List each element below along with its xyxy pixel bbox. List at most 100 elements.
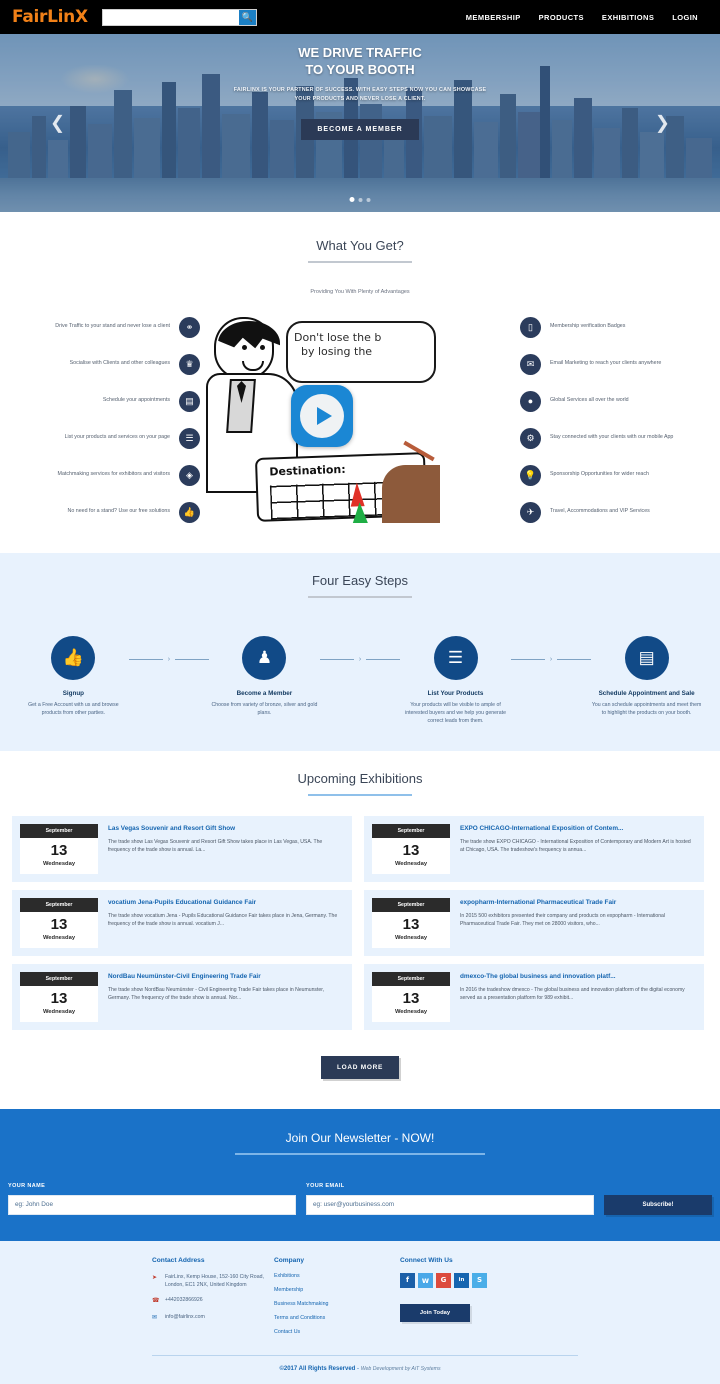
exhibition-card[interactable]: September 13 Wednesday expopharm-Interna… (364, 890, 704, 957)
footer-phone-line[interactable]: ☎ +442032866926 (152, 1296, 274, 1306)
load-more-wrapper: LOAD MORE (0, 1030, 720, 1109)
carousel-dot-1[interactable] (349, 197, 355, 202)
newsletter-email-input[interactable] (306, 1194, 594, 1215)
exhibition-title[interactable]: dmexco-The global business and innovatio… (460, 973, 696, 981)
exhibition-title[interactable]: Las Vegas Souvenir and Resort Gift Show (108, 825, 344, 833)
carousel-dot-2[interactable] (358, 197, 363, 202)
step-description: Choose from variety of bronze, silver an… (211, 702, 318, 716)
feature-item[interactable]: ▯ Membership verification Badges (520, 309, 708, 345)
step-schedule-appointment[interactable]: ▤ Schedule Appointment and Sale You can … (591, 636, 702, 718)
four-easy-steps-section: Four Easy Steps 👍 Signup Get a Free Acco… (0, 553, 720, 752)
nav-item-exhibitions[interactable]: EXHIBITIONS (602, 13, 654, 22)
feature-item[interactable]: ● Global Services all over the world (520, 383, 708, 419)
carousel-next-arrow[interactable]: ❯ (655, 113, 670, 134)
feature-item[interactable]: Schedule your appointments ▤ (12, 383, 200, 419)
carousel-dots (349, 197, 371, 202)
nav-item-login[interactable]: LOGIN (672, 13, 698, 22)
step-list-your-products[interactable]: ☰ List Your Products Your products will … (400, 636, 511, 725)
globe-icon: ● (520, 390, 541, 412)
feature-item[interactable]: ✈ Travel, Accommodations and VIP Service… (520, 494, 708, 530)
play-button-icon[interactable] (291, 385, 353, 447)
feature-label: Matchmaking services for exhibitors and … (57, 471, 170, 478)
search-icon[interactable]: 🔍 (238, 9, 256, 25)
feature-label: Global Services all over the world (550, 397, 629, 404)
hero-title-line2: TO YOUR BOOTH (305, 61, 415, 77)
exhibition-day: 13 (50, 916, 68, 934)
feature-item[interactable]: Drive Traffic to your stand and never lo… (12, 309, 200, 345)
twitter-icon[interactable]: w (418, 1272, 433, 1288)
exhibition-card[interactable]: September 13 Wednesday dmexco-The global… (364, 964, 704, 1031)
feature-item[interactable]: ⚙ Stay connected with your clients with … (520, 420, 708, 456)
step-signup[interactable]: 👍 Signup Get a Free Account with us and … (18, 636, 129, 718)
site-logo[interactable]: FairLinX (12, 7, 88, 27)
step-connector: › (319, 636, 401, 663)
exhibition-body: Las Vegas Souvenir and Resort Gift Show … (108, 824, 344, 874)
promo-video-thumbnail[interactable]: Don't lose the b by losing the Destinati… (204, 309, 440, 523)
newsletter-name-input[interactable] (8, 1194, 296, 1215)
search-input[interactable] (102, 9, 239, 25)
newsletter-email-field: YOUR EMAIL (306, 1183, 594, 1215)
footer-link-contact-us[interactable]: Contact Us (274, 1329, 400, 1335)
map-grid (269, 481, 392, 520)
exhibition-day: 13 (402, 842, 420, 860)
exhibition-title[interactable]: EXPO CHICAGO-International Exposition of… (460, 825, 696, 833)
chevron-right-icon: › (167, 656, 171, 663)
search-bar[interactable]: 🔍 (101, 8, 257, 26)
footer-link-business-matchmaking[interactable]: Business Matchmaking (274, 1301, 400, 1307)
exhibition-day: 13 (50, 990, 68, 1008)
exhibition-title[interactable]: vocatium Jena-Pupils Educational Guidanc… (108, 899, 344, 907)
exhibition-card[interactable]: September 13 Wednesday EXPO CHICAGO-Inte… (364, 816, 704, 883)
feature-label: List your products and services on your … (64, 434, 170, 441)
carousel-prev-arrow[interactable]: ❮ (50, 113, 65, 134)
carousel-dot-3[interactable] (366, 197, 371, 202)
feature-item[interactable]: 💡 Sponsorship Opportunities for wider re… (520, 457, 708, 493)
exhibition-card[interactable]: September 13 Wednesday vocatium Jena-Pup… (12, 890, 352, 957)
exhibition-card[interactable]: September 13 Wednesday NordBau Neumünste… (12, 964, 352, 1031)
linkedin-icon[interactable]: in (454, 1272, 469, 1288)
step-title: Schedule Appointment and Sale (598, 690, 695, 697)
upcoming-exhibitions-section: Upcoming Exhibitions September 13 Wednes… (0, 751, 720, 1110)
footer-link-membership[interactable]: Membership (274, 1287, 400, 1293)
speech-bubble: Don't lose the b by losing the (286, 321, 436, 383)
facebook-icon[interactable]: f (400, 1272, 415, 1288)
phone-icon: ☎ (152, 1298, 160, 1305)
become-a-member-button[interactable]: BECOME A MEMBER (301, 119, 419, 140)
exhibition-weekday: Wednesday (394, 1009, 428, 1016)
feature-label: Membership verification Badges (550, 323, 626, 330)
feature-item[interactable]: List your products and services on your … (12, 420, 200, 456)
cartoon-smile (242, 361, 264, 371)
exhibition-description: The trade show vocatium Jena - Pupils Ed… (108, 912, 338, 927)
calendar-icon: ▤ (624, 636, 669, 680)
exhibition-day: 13 (402, 916, 420, 934)
feature-item[interactable]: Matchmaking services for exhibitors and … (12, 457, 200, 493)
chevron-right-icon: › (549, 656, 553, 663)
subscribe-button[interactable]: Subscribe! (604, 1194, 712, 1215)
exhibition-weekday: Wednesday (42, 1009, 76, 1016)
section-title: What You Get? (316, 238, 404, 253)
step-become-a-member[interactable]: ♟ Become a Member Choose from variety of… (209, 636, 320, 718)
footer-email-line[interactable]: ✉ info@fairlinx.com (152, 1313, 274, 1323)
skype-icon[interactable]: S (472, 1272, 487, 1288)
feature-item[interactable]: ✉ Email Marketing to reach your clients … (520, 346, 708, 382)
join-today-button[interactable]: Join Today (400, 1303, 470, 1322)
feature-label: Sponsorship Opportunities for wider reac… (550, 471, 649, 478)
exhibition-body: vocatium Jena-Pupils Educational Guidanc… (108, 898, 344, 948)
section-title: Upcoming Exhibitions (297, 771, 423, 787)
exhibition-month: September (372, 972, 450, 987)
footer-link-terms-and-conditions[interactable]: Terms and Conditions (274, 1315, 400, 1321)
footer-link-exhibitions[interactable]: Exhibitions (274, 1273, 400, 1279)
exhibition-card[interactable]: September 13 Wednesday Las Vegas Souveni… (12, 816, 352, 883)
newsletter-section: Join Our Newsletter - NOW! YOUR NAME YOU… (0, 1109, 720, 1241)
nav-item-products[interactable]: PRODUCTS (539, 13, 584, 22)
exhibition-day: 13 (402, 990, 420, 1008)
exhibition-title[interactable]: expopharm-International Pharmaceutical T… (460, 899, 696, 907)
google-plus-icon[interactable]: G (436, 1272, 451, 1288)
feature-item[interactable]: Socialise with Clients and other colleag… (12, 346, 200, 382)
feature-label: Email Marketing to reach your clients an… (550, 360, 662, 367)
load-more-button[interactable]: LOAD MORE (320, 1056, 400, 1080)
feature-item[interactable]: No need for a stand? Use our free soluti… (12, 494, 200, 530)
footer-address-line: ➤ FairLinx, Kemp House, 152-160 City Roa… (152, 1273, 274, 1289)
section-underline (308, 261, 412, 263)
nav-item-membership[interactable]: MEMBERSHIP (466, 13, 521, 22)
exhibition-title[interactable]: NordBau Neumünster-Civil Engineering Tra… (108, 973, 344, 981)
